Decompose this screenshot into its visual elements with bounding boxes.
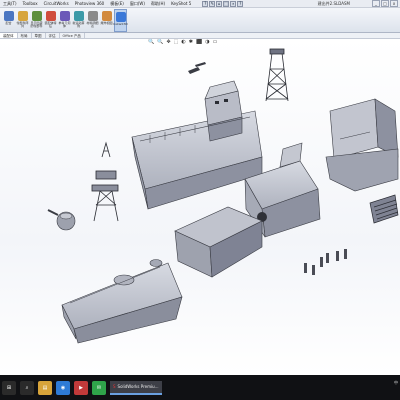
ribbon-button[interactable]: 参考几何体 [58, 9, 71, 32]
command-tab[interactable]: 草图 [32, 33, 46, 38]
solidworks-icon: S [113, 384, 116, 389]
ribbon-button[interactable]: 装配体特征 [44, 9, 57, 32]
view-tool-icon[interactable]: 🔍 [148, 39, 154, 45]
quick-access-button[interactable]: ✎ [209, 0, 216, 7]
start-icon[interactable]: ⊞ [2, 380, 16, 395]
heads-up-view-toolbar: 🔍 🔍 ✥ ⬚ ◐ ✱ ⬛ ◑ ▭ [148, 39, 217, 45]
explorer-icon[interactable]: ▤ [38, 380, 52, 395]
menu-item[interactable]: 模板(E) [107, 1, 127, 7]
ribbon-button-label: 装配体特征 [44, 20, 57, 28]
ribbon-button[interactable]: Instant3D [113, 8, 128, 32]
ribbon-tool-icon [3, 10, 14, 21]
middle-hull-block[interactable] [174, 206, 263, 278]
deck-fittings-part[interactable] [304, 249, 347, 275]
chat-icon[interactable]: ✉ [92, 380, 106, 395]
ribbon-button-label: 零部件阵列 [16, 20, 29, 28]
view-tool-icon[interactable]: ◐ [181, 39, 185, 45]
quick-access-button[interactable]: ⌕ [230, 0, 237, 7]
command-tab[interactable]: 装配体 [0, 33, 18, 38]
ribbon-button-label: 爆炸视图 [100, 20, 113, 25]
graphics-area[interactable]: 🔍 🔍 ✥ ⬚ ◐ ✱ ⬛ ◑ ▭ [0, 39, 400, 375]
window-controls: _ □ x [372, 0, 398, 7]
ribbon-button[interactable]: 配合 [2, 9, 15, 32]
ladder-part[interactable] [369, 194, 399, 224]
command-tab[interactable]: Office 产品 [60, 33, 85, 38]
windows-taskbar: ⊞ ⌕ ▤ ◉ ▶ ✉ S SolidWorks Premiu... 中 [0, 375, 400, 400]
menu-item[interactable]: Photoview 360 [72, 1, 108, 7]
command-tab[interactable]: 评估 [46, 33, 60, 38]
view-tool-icon[interactable]: ▭ [213, 39, 218, 45]
quick-access-button[interactable]: ? [237, 0, 244, 7]
search-icon[interactable]: ⌕ [20, 380, 34, 395]
main-mast-part[interactable] [91, 141, 119, 222]
menu-item[interactable]: CircuitWorks [41, 1, 72, 7]
ribbon-button-label: 新运动算例 [72, 20, 85, 28]
ribbon-button-label: 参考几何体 [58, 20, 71, 28]
assembly-model [47, 48, 399, 344]
menu-item[interactable]: Toolbox [20, 1, 41, 7]
close-button[interactable]: x [390, 0, 398, 7]
radar-mast-part[interactable] [265, 48, 289, 102]
ribbon-button[interactable]: 零部件阵列 [16, 9, 29, 32]
taskbar-app-label: SolidWorks Premiu... [117, 384, 159, 389]
menu-item[interactable]: 工具(T) [0, 1, 20, 7]
ribbon-button[interactable]: 材料明细表 [86, 9, 99, 32]
maximize-button[interactable]: □ [381, 0, 389, 7]
view-tool-icon[interactable]: ✱ [189, 39, 193, 45]
taskbar-app-solidworks[interactable]: S SolidWorks Premiu... [110, 380, 162, 395]
gun-turret-part[interactable] [47, 209, 76, 231]
bow-hull-section[interactable] [61, 259, 183, 344]
ribbon-tool-icon [73, 10, 84, 21]
quick-access-button[interactable]: ? [202, 0, 209, 7]
bridge-superstructure[interactable] [325, 98, 399, 192]
minimize-button[interactable]: _ [372, 0, 380, 7]
ribbon-button-label: 材料明细表 [86, 20, 99, 28]
ribbon-button-label: 显示隐藏的零部件 [30, 20, 43, 28]
ribbon-button-label: Instant3D [113, 21, 128, 26]
media-icon[interactable]: ▶ [74, 380, 88, 395]
ribbon-button[interactable]: 新运动算例 [72, 9, 85, 32]
ribbon-tool-icon [17, 10, 28, 21]
document-title: 建出件2.SLDASM [317, 1, 350, 6]
view-tool-icon[interactable]: ◑ [205, 39, 209, 45]
ribbon-button[interactable]: 显示隐藏的零部件 [30, 9, 43, 32]
view-tool-icon[interactable]: ⬚ [174, 39, 179, 45]
ribbon-tool-icon [115, 11, 126, 22]
small-bracket-part[interactable] [188, 62, 206, 74]
menu-item[interactable]: 窗口(W) [127, 1, 148, 7]
quick-access-button[interactable]: ⌂ [216, 0, 223, 7]
quick-access-toolbar: ? ✎ ⌂ ⬚ ⌕? [202, 0, 244, 7]
command-tab[interactable]: 布局 [18, 33, 32, 38]
view-tool-icon[interactable]: ⬛ [196, 39, 202, 45]
ribbon-button[interactable]: 爆炸视图 [100, 9, 113, 32]
ribbon-tool-icon [45, 10, 56, 21]
ribbon-tool-icon [87, 10, 98, 21]
ribbon-tool-icon [31, 10, 42, 21]
ribbon-button-label: 配合 [5, 20, 12, 25]
view-tool-icon[interactable]: 🔍 [157, 39, 163, 45]
menu-bar: 工具(T) Toolbox CircuitWorks Photoview 360 模板(… [0, 0, 400, 8]
ribbon-tool-icon [101, 10, 112, 21]
menu-item[interactable]: KeyShot 5 [168, 1, 194, 7]
command-manager: 配合 零部件阵列 显示隐藏的零部件 装配体特征 参考几何体 新运动算例 材料明细表 爆炸视图 I… [0, 8, 400, 33]
upper-hull-section[interactable] [131, 80, 263, 210]
browser-icon[interactable]: ◉ [56, 380, 70, 395]
menu-item[interactable]: 帮助(H) [148, 1, 168, 7]
view-tool-icon[interactable]: ✥ [166, 39, 170, 45]
quick-access-button[interactable]: ⬚ [223, 0, 230, 7]
system-tray: 中 [394, 380, 398, 385]
ribbon-tool-icon [59, 10, 70, 21]
